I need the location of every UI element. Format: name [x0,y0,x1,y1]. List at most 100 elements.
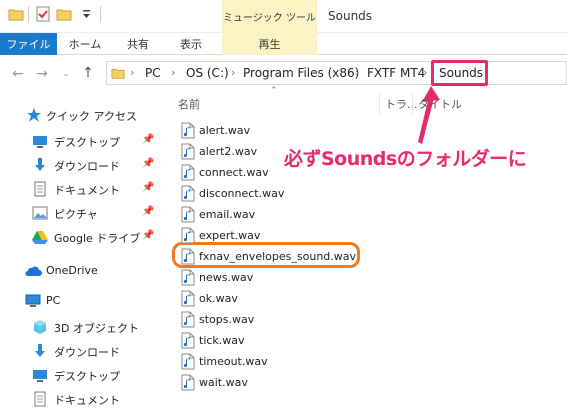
tab-share[interactable]: 共有 [113,33,163,55]
file-row[interactable]: news.wav [178,267,378,288]
sidebar-item-label: デスクトップ [54,370,120,383]
sort-ascending-icon: ⌃ [270,86,278,96]
wav-file-icon [181,374,195,391]
pc-icon [25,294,41,307]
file-row[interactable]: wait.wav [178,372,378,393]
divider [28,6,29,22]
customize-toolbar-icon[interactable] [78,6,94,22]
sidebar-item-label: ピクチャ [54,208,98,221]
star-icon [27,108,41,122]
sidebar-item-downloads[interactable]: ダウンロード 📌 [0,154,160,176]
tab-file[interactable]: ファイル [0,33,57,55]
wav-file-icon [181,185,195,202]
forward-arrow-icon[interactable]: → [34,66,50,82]
wav-file-icon [181,332,195,349]
sidebar-item-label: PC [46,294,61,307]
sidebar-item-3d-objects[interactable]: 3D オブジェクト [0,316,160,338]
callout-arrow [418,86,440,144]
sidebar-item-desktop[interactable]: デスクトップ 📌 [0,130,160,152]
file-row[interactable]: tick.wav [178,330,378,351]
pin-icon[interactable]: 📌 [142,158,154,169]
file-name: timeout.wav [199,355,268,368]
breadcrumb-separator-icon[interactable]: › [231,66,235,79]
breadcrumb-separator-icon[interactable]: › [423,66,427,79]
sounds-highlight-box [431,60,488,86]
pin-icon[interactable]: 📌 [142,206,154,217]
sidebar-item-label: Google ドライブ [54,232,141,245]
ribbon-tabs: ファイル ホーム 共有 表示 再生 [0,33,567,55]
sidebar-item-label: ダウンロード [54,346,120,359]
folder-icon [8,9,24,21]
sidebar-item-pc[interactable]: PC [0,290,160,312]
sidebar-item-onedrive[interactable]: OneDrive [0,260,160,282]
tab-view[interactable]: 表示 [166,33,216,55]
file-row[interactable]: email.wav [178,204,378,225]
wav-file-icon [181,269,195,286]
breadcrumb-os-c[interactable]: OS (C:) [186,66,229,80]
pin-icon[interactable]: 📌 [142,134,154,145]
wav-file-icon [181,206,195,223]
pin-icon[interactable]: 📌 [142,230,154,241]
file-name: email.wav [199,208,256,221]
vertical-scrollbar[interactable] [554,92,567,412]
column-divider[interactable] [412,94,413,114]
wav-file-icon [181,311,195,328]
sidebar-item-documents[interactable]: ドキュメント 📌 [0,178,160,200]
file-row[interactable]: alert.wav [178,120,378,141]
wav-file-icon [181,290,195,307]
sidebar-item-google-drive[interactable]: Google ドライブ 📌 [0,226,160,248]
back-arrow-icon[interactable]: ← [10,66,26,82]
sidebar-item-pc-documents[interactable]: ドキュメント [0,388,160,410]
onedrive-cloud-icon [25,266,42,276]
file-row[interactable]: connect.wav [178,162,378,183]
sidebar-item-label: クイック アクセス [46,110,137,123]
download-icon [35,344,45,357]
file-row[interactable]: disconnect.wav [178,183,378,204]
breadcrumb-separator-icon[interactable]: › [171,66,175,79]
recent-locations-chevron-icon[interactable]: ⌄ [58,66,74,82]
navigation-pane: クイック アクセス デスクトップ 📌 ダウンロード 📌 ドキュメント 📌 ピクチ… [0,92,166,412]
column-divider[interactable] [379,94,380,114]
sidebar-item-label: ドキュメント [54,184,120,197]
file-name: fxnav_envelopes_sound.wav [199,250,357,263]
pictures-icon [32,206,48,220]
file-row[interactable]: fxnav_envelopes_sound.wav [178,246,378,267]
breadcrumb-separator-icon[interactable]: › [130,66,134,79]
sidebar-item-pc-desktop[interactable]: デスクトップ [0,364,160,386]
breadcrumb-pc[interactable]: PC [145,66,161,80]
file-name: expert.wav [199,229,261,242]
wav-file-icon [181,164,195,181]
sidebar-item-label: ダウンロード [54,160,120,173]
file-row[interactable]: timeout.wav [178,351,378,372]
pin-icon[interactable]: 📌 [142,182,154,193]
sidebar-item-pc-downloads[interactable]: ダウンロード [0,340,160,362]
sidebar-item-quick-access[interactable]: クイック アクセス [0,104,160,126]
column-title-header[interactable]: タイトル [418,96,462,112]
documents-icon [34,391,46,407]
documents-icon [34,181,46,197]
window-title: Sounds [328,9,373,23]
breadcrumb-fxtf-mt4[interactable]: FXTF MT4 [367,66,425,80]
breadcrumb-separator-icon[interactable]: › [355,66,359,79]
file-row[interactable]: expert.wav [178,225,378,246]
column-name-header[interactable]: 名前 [178,96,200,112]
sidebar-item-label: デスクトップ [54,136,120,149]
file-name: stops.wav [199,313,255,326]
wav-file-icon [181,143,195,160]
breadcrumb-program-files[interactable]: Program Files (x86) [243,66,359,80]
file-name: alert.wav [199,124,251,137]
file-name: alert2.wav [199,145,258,158]
new-folder-icon[interactable] [56,6,72,22]
file-name: connect.wav [199,166,269,179]
file-row[interactable]: alert2.wav [178,141,378,162]
file-row[interactable]: stops.wav [178,309,378,330]
tab-play[interactable]: 再生 [222,33,317,55]
sidebar-item-pictures[interactable]: ピクチャ 📌 [0,202,160,224]
wav-file-icon [181,122,195,139]
3d-objects-icon [34,320,46,334]
up-arrow-icon[interactable]: ↑ [80,65,96,81]
properties-icon[interactable] [35,6,51,22]
tab-home[interactable]: ホーム [62,33,108,55]
file-row[interactable]: ok.wav [178,288,378,309]
explorer-window: ミュージック ツール Sounds ファイル ホーム 共有 表示 再生 ← → … [0,0,567,412]
